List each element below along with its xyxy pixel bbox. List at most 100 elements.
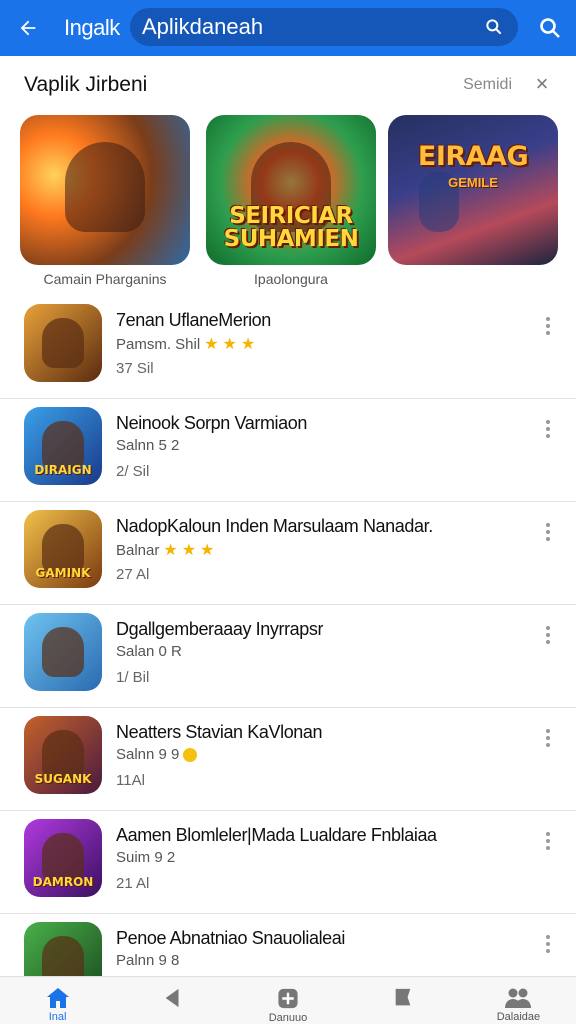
nav-back[interactable] (115, 977, 230, 1024)
menu-dot (546, 331, 550, 335)
nav-flag[interactable] (346, 977, 461, 1024)
flag-icon (395, 988, 411, 1006)
more-vert-icon[interactable] (542, 316, 554, 336)
add-box-icon (278, 988, 298, 1009)
app-list-item[interactable]: Dgallgemberaaay Inyrrapsr Salan 0 R 1/ Bil (0, 605, 576, 708)
more-vert-icon[interactable] (542, 728, 554, 748)
menu-dot (546, 942, 550, 946)
search-input[interactable] (142, 14, 462, 40)
app-list: 7enan UflaneMerion Pamsm. Shil ★ ★ ★ 37 Sil DI… (0, 296, 576, 1017)
star-icon: ★ (222, 336, 237, 353)
app-subtitle-row: Balnar ★ ★ ★ (116, 540, 214, 560)
menu-dot (546, 434, 550, 438)
arrow-left-icon (20, 20, 36, 36)
close-icon[interactable]: × (530, 71, 554, 96)
more-vert-icon[interactable] (542, 934, 554, 954)
top-app-bar: Ingalk (0, 0, 576, 56)
menu-dot (546, 839, 550, 843)
app-icon-label: SUGANK (34, 772, 92, 786)
app-icon[interactable]: DAMRON (24, 819, 102, 897)
app-subtitle: Pamsm. Shil (116, 335, 201, 353)
menu-dot (546, 832, 550, 836)
app-size: 21 Al (116, 875, 150, 892)
more-vert-icon[interactable] (542, 625, 554, 645)
section-title: Vaplik Jirbeni (24, 73, 148, 96)
search-icon (540, 18, 560, 38)
star-icon: ★ (240, 336, 256, 353)
back-button[interactable] (0, 0, 56, 56)
app-name: Neatters Stavian KaVlonan (116, 722, 323, 742)
menu-dot (546, 537, 550, 541)
app-subtitle-row: Pamsm. Shil ★ ★ ★ (116, 334, 255, 354)
app-name: Penoe Abnatniao Snauolialeai (116, 928, 346, 948)
nav-label: Inal (48, 1011, 67, 1023)
nav-home[interactable]: Inal (0, 977, 115, 1024)
featured-card[interactable] (20, 115, 190, 265)
app-icon[interactable]: DIRAIGN (24, 407, 102, 485)
section-header: Vaplik Jirbeni Semidi × (24, 70, 560, 100)
card-banner: EIRAAG (417, 141, 529, 172)
app-bar-title: Ingalk (64, 15, 120, 40)
app-name: Dgallgemberaaay Inyrrapsr (116, 619, 324, 639)
featured-carousel: Camain Pharganins SEIRICIAR SUHAMIEN Ipa… (20, 115, 560, 287)
nav-people[interactable]: Dalaidae (461, 977, 576, 1024)
app-icon-label: GAMINK (35, 566, 91, 580)
app-icon[interactable] (24, 304, 102, 382)
app-subtitle: Balnar (116, 541, 160, 559)
more-vert-icon[interactable] (542, 419, 554, 439)
search-icon[interactable] (484, 17, 504, 37)
app-subtitle: Suim 9 2 (116, 849, 176, 866)
character-illustration (65, 142, 145, 232)
nav-create[interactable]: Danuuo (230, 977, 345, 1024)
featured-caption: Camain Pharganins (43, 271, 167, 287)
app-icon[interactable]: GAMINK (24, 510, 102, 588)
menu-dot (546, 743, 550, 747)
app-subtitle-row: Salan 0 R (116, 643, 182, 660)
menu-dot (546, 523, 550, 527)
star-icon: ★ (163, 542, 178, 559)
app-subtitle-row: Salnn 5 2 (116, 437, 179, 454)
star-icon: ★ (204, 336, 219, 353)
character-illustration (42, 318, 84, 368)
featured-caption: Ipaolongura (254, 271, 328, 287)
menu-dot (546, 633, 550, 637)
app-size: 1/ Bil (116, 669, 150, 686)
nav-label: Danuuo (268, 1012, 308, 1024)
app-list-item[interactable]: SUGANK Neatters Stavian KaVlonan Salnn 9 9… (0, 708, 576, 811)
menu-dot (546, 317, 550, 321)
search-field[interactable] (130, 8, 518, 46)
app-subtitle-row: Suim 9 2 (116, 849, 175, 866)
card-banner: SEIRICIAR SUHAMIEN (223, 203, 359, 252)
card-subbanner: GEMILE (448, 175, 498, 190)
menu-dot (546, 949, 550, 953)
app-size: 11Al (116, 772, 145, 789)
app-size: 27 Al (116, 566, 150, 583)
app-list-item[interactable]: DAMRON Aamen Blomleler|Mada Lualdare Fnbl… (0, 811, 576, 914)
home-icon (46, 988, 69, 1008)
menu-dot (546, 846, 550, 850)
app-name: NadopKaloun Inden Marsulaam Nanadar. (116, 516, 433, 536)
search-button[interactable] (534, 12, 566, 44)
app-list-item[interactable]: 7enan UflaneMerion Pamsm. Shil ★ ★ ★ 37 Sil (0, 296, 576, 399)
app-icon[interactable] (24, 613, 102, 691)
see-more-link[interactable]: Semidi (463, 76, 512, 94)
menu-dot (546, 324, 550, 328)
coin-icon (183, 747, 198, 762)
featured-card[interactable]: SEIRICIAR SUHAMIEN (206, 115, 376, 265)
app-icon-label: DIRAIGN (34, 463, 92, 477)
star-icon: ★ (200, 542, 215, 559)
more-vert-icon[interactable] (542, 522, 554, 542)
app-subtitle: Salnn 9 9 (116, 746, 180, 763)
app-list-item[interactable]: DIRAIGN Neinook Sorpn Varmiaon Salnn 5 2 2/… (0, 399, 576, 502)
menu-dot (546, 640, 550, 644)
app-list-item[interactable]: GAMINK NadopKaloun Inden Marsulaam Nanada… (0, 502, 576, 605)
featured-card[interactable]: EIRAAG GEMILE (388, 115, 558, 265)
app-icon[interactable]: SUGANK (24, 716, 102, 794)
menu-dot (546, 626, 550, 630)
people-icon (505, 988, 532, 1008)
more-vert-icon[interactable] (542, 831, 554, 851)
app-size: 2/ Sil (116, 463, 150, 480)
app-subtitle-row: Palnn 9 8 (116, 952, 179, 969)
app-icon-label: DAMRON (32, 875, 94, 889)
back-triangle-icon (165, 988, 179, 1008)
